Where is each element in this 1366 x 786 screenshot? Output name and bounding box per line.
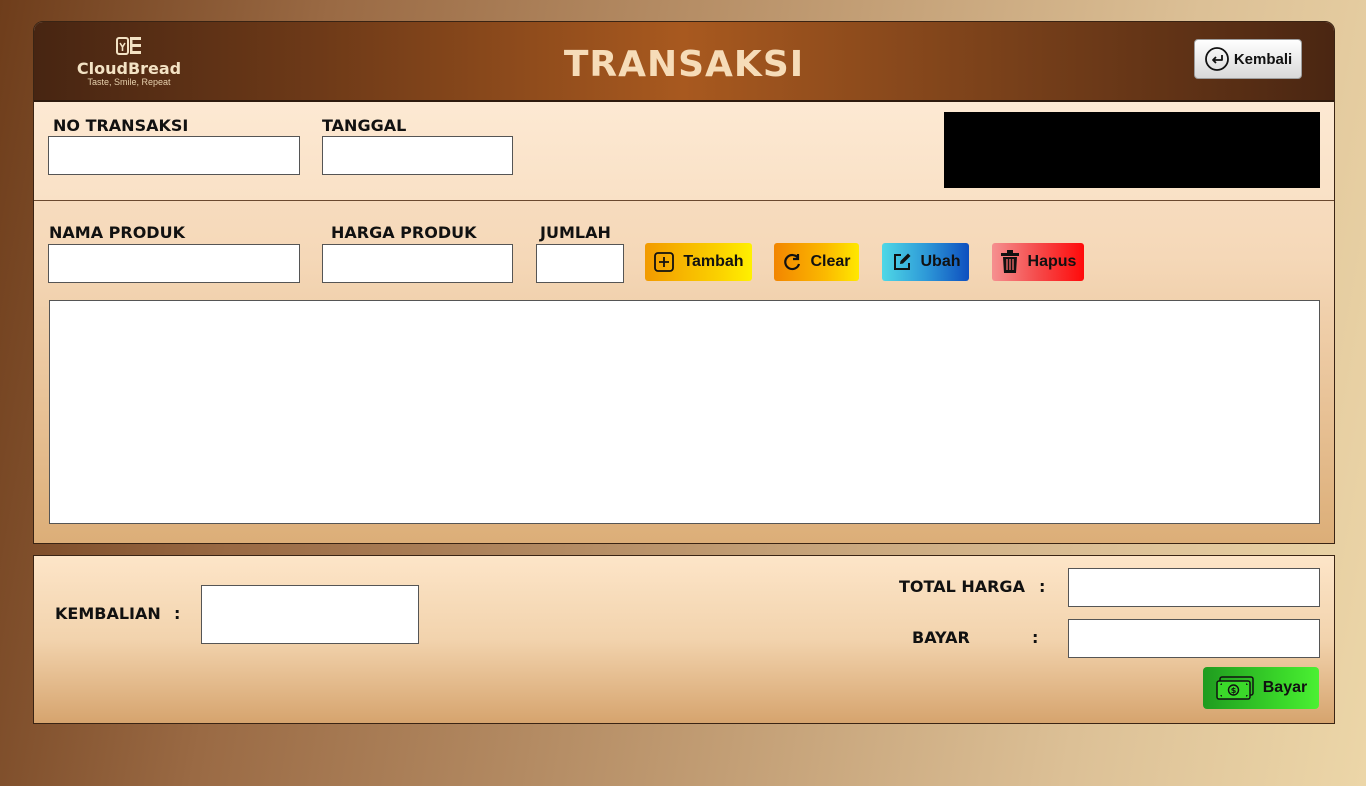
trash-icon (1000, 250, 1019, 273)
change-colon: : (174, 604, 181, 623)
svg-text:$: $ (1230, 686, 1236, 695)
refresh-icon (784, 253, 801, 271)
add-button[interactable]: Tambah (645, 243, 752, 281)
clear-button-label: Clear (810, 253, 851, 270)
cash-icon: $ (1216, 676, 1254, 700)
transaction-number-input[interactable] (48, 136, 300, 175)
product-price-label: HARGA PRODUK (331, 223, 477, 242)
edit-button[interactable]: Ubah (882, 243, 969, 281)
edit-icon (893, 253, 910, 270)
quantity-input[interactable] (536, 244, 624, 283)
pay-button[interactable]: $ Bayar (1203, 667, 1319, 709)
pay-button-label: Bayar (1262, 679, 1308, 696)
quantity-label: JUMLAH (540, 223, 611, 242)
payment-section: KEMBALIAN : TOTAL HARGA : BAYAR : $ Baya… (33, 555, 1335, 724)
delete-button-label: Hapus (1027, 253, 1077, 270)
transaction-window: CloudBread Taste, Smile, Repeat TRANSAKS… (33, 21, 1335, 544)
transaction-table[interactable] (49, 300, 1320, 524)
product-name-label: NAMA PRODUK (49, 223, 185, 242)
total-price-input[interactable] (1068, 568, 1320, 607)
header-bar: CloudBread Taste, Smile, Repeat TRANSAKS… (34, 22, 1334, 102)
total-price-label: TOTAL HARGA (899, 577, 1025, 596)
transaction-info-section: NO TRANSAKSI TANGGAL (34, 102, 1334, 201)
change-input[interactable] (201, 585, 419, 644)
change-label: KEMBALIAN (55, 604, 161, 623)
back-button[interactable]: Kembali (1194, 39, 1302, 79)
page-title: TRANSAKSI (563, 44, 805, 85)
back-arrow-icon (1204, 47, 1229, 71)
date-label: TANGGAL (322, 116, 407, 135)
clear-button[interactable]: Clear (774, 243, 859, 281)
delete-button[interactable]: Hapus (992, 243, 1084, 281)
transaction-number-label: NO TRANSAKSI (53, 116, 189, 135)
total-price-colon: : (1039, 577, 1046, 596)
product-price-input[interactable] (322, 244, 513, 283)
payment-input[interactable] (1068, 619, 1320, 658)
payment-colon: : (1032, 628, 1039, 647)
edit-button-label: Ubah (920, 253, 961, 270)
add-button-label: Tambah (683, 253, 744, 270)
payment-label: BAYAR (912, 628, 970, 647)
black-panel (944, 112, 1320, 188)
plus-square-icon (654, 252, 675, 272)
product-name-input[interactable] (48, 244, 300, 283)
date-input[interactable] (322, 136, 513, 175)
back-button-label: Kembali (1233, 50, 1293, 68)
